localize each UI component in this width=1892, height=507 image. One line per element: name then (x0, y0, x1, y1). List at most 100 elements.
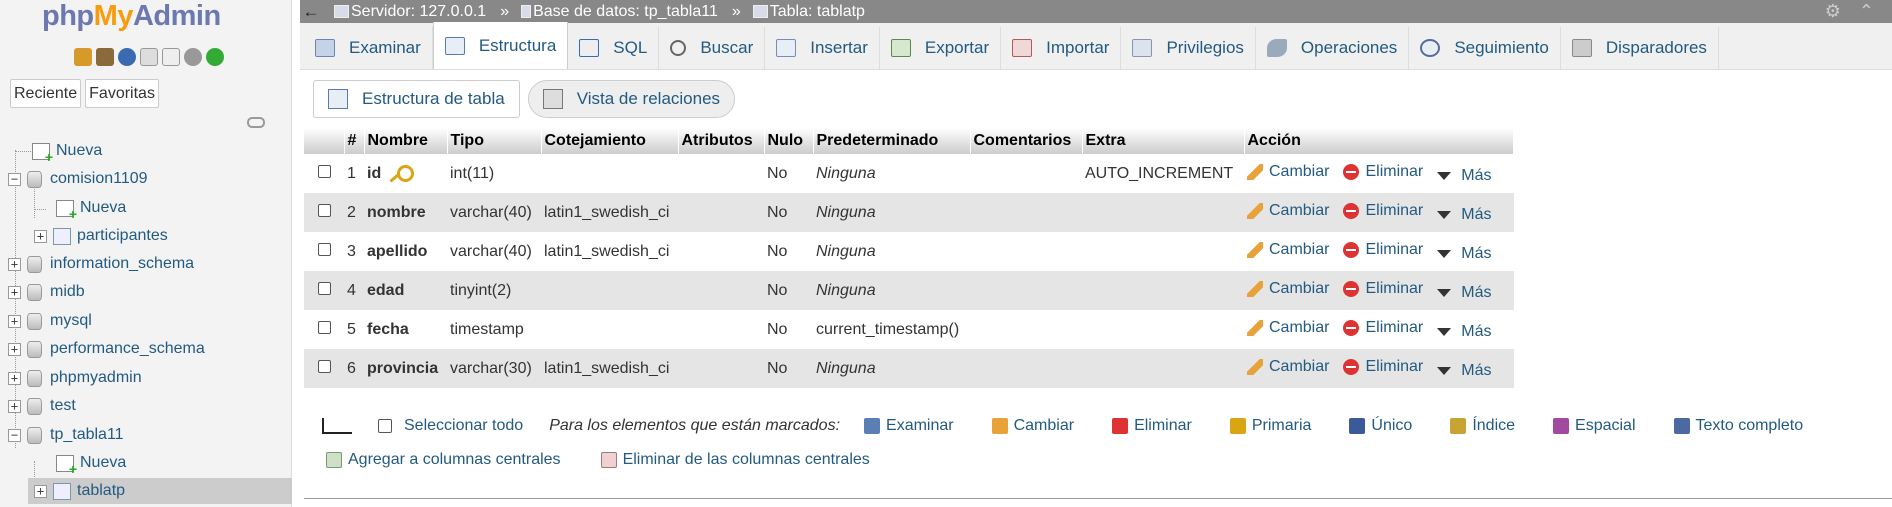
tree-item-tp-tabla11[interactable]: − tp_tabla11 (8, 422, 124, 448)
tab-privilegios[interactable]: Privilegios (1121, 27, 1256, 69)
help-icon[interactable] (118, 48, 136, 66)
bulk-browse-button[interactable]: Examinar (864, 417, 954, 435)
home-icon[interactable] (74, 48, 92, 66)
tree-item-midb[interactable]: + midb (8, 279, 85, 305)
tab-disparadores[interactable]: Disparadores (1561, 27, 1719, 69)
reload-icon[interactable] (206, 48, 224, 66)
table-row[interactable]: 5 fecha timestamp No current_timestamp() Camb… (304, 310, 1514, 349)
tab-importar[interactable]: Importar (1001, 27, 1122, 69)
drop-button[interactable]: Eliminar (1343, 358, 1423, 376)
select-all-label[interactable]: Seleccionar todo (404, 417, 523, 435)
more-button[interactable]: Más (1437, 167, 1492, 185)
drop-button[interactable]: Eliminar (1343, 163, 1423, 181)
tab-seguimiento[interactable]: Seguimiento (1409, 27, 1561, 69)
breadcrumb-table[interactable]: Tabla: tablatp (752, 3, 865, 21)
expand-icon[interactable]: + (34, 229, 47, 243)
row-checkbox[interactable] (318, 281, 331, 295)
column-header-default[interactable]: Predeterminado (813, 128, 971, 154)
row-checkbox[interactable] (318, 242, 331, 256)
change-button[interactable]: Cambiar (1247, 280, 1329, 298)
expand-icon[interactable]: + (8, 399, 21, 413)
table-row[interactable]: 2 nombre varchar(40) latin1_swedish_ci No Nin… (304, 193, 1514, 232)
tab-buscar[interactable]: Buscar (659, 27, 766, 69)
expand-icon[interactable]: + (8, 285, 21, 299)
table-structure-button[interactable]: Estructura de tabla (313, 80, 520, 118)
row-checkbox[interactable] (318, 320, 331, 334)
drop-button[interactable]: Eliminar (1343, 241, 1423, 259)
breadcrumb-server[interactable]: Servidor: 127.0.0.1 » (334, 3, 509, 21)
tree-item-comision1109[interactable]: − comision1109 (8, 166, 148, 192)
tree-item-phpmyadmin[interactable]: + phpmyadmin (8, 365, 142, 391)
tree-item-mysql[interactable]: + mysql (8, 308, 92, 334)
column-header-collation[interactable]: Cotejamiento (541, 128, 679, 154)
expand-icon[interactable]: + (8, 371, 21, 385)
tab-exportar[interactable]: Exportar (880, 27, 1002, 69)
tab-operaciones[interactable]: Operaciones (1256, 27, 1410, 69)
table-row[interactable]: 4 edad tinyint(2) No Ninguna Cambiar Eliminar M… (304, 271, 1514, 310)
favorites-button[interactable]: Favoritas (85, 79, 159, 108)
link-icon[interactable] (247, 117, 265, 128)
settings-gear-icon[interactable]: ⚙ (1825, 1, 1841, 22)
change-button[interactable]: Cambiar (1247, 241, 1329, 259)
copy-icon[interactable] (162, 48, 180, 66)
bulk-delete-button[interactable]: Eliminar (1112, 417, 1192, 435)
tree-item-performance-schema[interactable]: + performance_schema (8, 336, 205, 362)
recent-button[interactable]: Reciente (10, 79, 82, 108)
tab-estructura[interactable]: Estructura (432, 22, 569, 69)
change-button[interactable]: Cambiar (1247, 163, 1329, 181)
tree-item-new-database[interactable]: Nueva (32, 138, 102, 165)
column-header-comments[interactable]: Comentarios (970, 128, 1083, 154)
table-row[interactable]: 1 id int(11) No Ninguna AUTO_INCREMENT Cambiar… (304, 154, 1514, 193)
bulk-unique-button[interactable]: Único (1349, 417, 1412, 435)
table-row[interactable]: 6 provincia varchar(30) latin1_swedish_ci No… (304, 349, 1514, 388)
tree-item-test[interactable]: + test (8, 393, 76, 419)
tree-item-tablatp[interactable]: + tablatp (28, 478, 292, 504)
select-all-checkbox[interactable] (378, 419, 392, 433)
expand-icon[interactable]: + (8, 314, 21, 328)
expand-icon[interactable]: + (8, 342, 21, 356)
expand-icon[interactable]: + (34, 484, 47, 498)
bulk-key-button[interactable]: Primaria (1229, 417, 1311, 435)
row-checkbox[interactable] (318, 359, 331, 373)
bulk-spatial-button[interactable]: Espacial (1553, 417, 1636, 435)
tree-item-new-table[interactable]: Nueva (56, 195, 126, 222)
tab-sql[interactable]: SQL (568, 27, 660, 69)
table-row[interactable]: 3 apellido varchar(40) latin1_swedish_ci No N… (304, 232, 1514, 271)
column-header-type[interactable]: Tipo (447, 128, 542, 154)
row-checkbox[interactable] (318, 164, 331, 178)
more-button[interactable]: Más (1437, 323, 1492, 341)
more-button[interactable]: Más (1437, 362, 1492, 380)
row-checkbox[interactable] (318, 203, 331, 217)
breadcrumb-database[interactable]: Base de datos: tp_tabla11 » (521, 3, 741, 21)
remove-central-columns-button[interactable]: Eliminar de las columnas centrales (600, 451, 870, 469)
drop-button[interactable]: Eliminar (1343, 280, 1423, 298)
drop-button[interactable]: Eliminar (1343, 319, 1423, 337)
drop-button[interactable]: Eliminar (1343, 202, 1423, 220)
phpmyadmin-logo[interactable]: phpMyAdmin (42, 0, 221, 33)
tree-item-participantes[interactable]: + participantes (34, 223, 168, 249)
bulk-fulltext-button[interactable]: Texto completo (1673, 417, 1803, 435)
more-button[interactable]: Más (1437, 284, 1492, 302)
bulk-pencil-button[interactable]: Cambiar (991, 417, 1074, 435)
collapse-icon[interactable]: − (8, 172, 21, 186)
column-header-name[interactable]: Nombre (364, 128, 448, 154)
tab-examinar[interactable]: Examinar (304, 27, 433, 69)
docs-icon[interactable] (140, 48, 158, 66)
collapse-nav-arrow-icon[interactable]: ← (300, 2, 322, 22)
collapse-top-icon[interactable]: ⌃ (1859, 1, 1874, 22)
bulk-index-button[interactable]: Índice (1450, 417, 1515, 435)
tree-item-information-schema[interactable]: + information_schema (8, 251, 194, 277)
more-button[interactable]: Más (1437, 245, 1492, 263)
change-button[interactable]: Cambiar (1247, 319, 1329, 337)
column-header-extra[interactable]: Extra (1082, 128, 1245, 154)
add-central-columns-button[interactable]: Agregar a columnas centrales (326, 451, 561, 469)
tab-insertar[interactable]: Insertar (765, 27, 880, 69)
change-button[interactable]: Cambiar (1247, 358, 1329, 376)
logout-icon[interactable] (96, 48, 114, 66)
more-button[interactable]: Más (1437, 206, 1492, 224)
column-header-null[interactable]: Nulo (764, 128, 814, 154)
tree-item-new-table-2[interactable]: Nueva (56, 450, 126, 477)
expand-icon[interactable]: + (8, 257, 21, 271)
change-button[interactable]: Cambiar (1247, 202, 1329, 220)
relation-view-button[interactable]: Vista de relaciones (527, 80, 736, 118)
